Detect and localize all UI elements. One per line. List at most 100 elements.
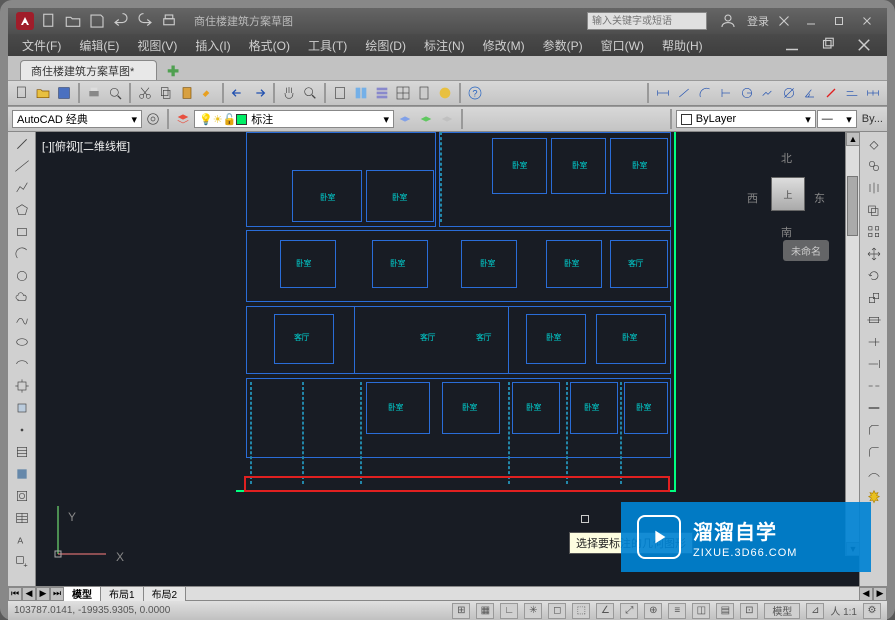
user-icon[interactable]	[719, 12, 737, 30]
scrollbar-vertical[interactable]: ▲ ▼	[845, 132, 859, 556]
dim-continue-icon[interactable]	[863, 83, 883, 103]
exchange-icon[interactable]	[775, 12, 793, 30]
dim-quick-icon[interactable]	[821, 83, 841, 103]
menu-modify[interactable]: 修改(M)	[483, 37, 525, 54]
status-ducs-icon[interactable]: ⤢	[620, 603, 638, 619]
dim-ord-icon[interactable]	[716, 83, 736, 103]
copy-obj-icon[interactable]	[863, 156, 885, 176]
workspace-dropdown[interactable]: AutoCAD 经典▾	[12, 110, 142, 128]
blend-icon[interactable]	[863, 464, 885, 484]
status-grid-icon[interactable]: ▦	[476, 603, 494, 619]
circle-icon[interactable]	[11, 266, 33, 286]
dim-ang-icon[interactable]	[800, 83, 820, 103]
dim-linear-icon[interactable]	[653, 83, 673, 103]
layer-match-icon[interactable]	[437, 109, 457, 129]
scroll-right-icon[interactable]: ▶	[873, 587, 887, 601]
open-icon[interactable]	[64, 12, 82, 30]
menu-param[interactable]: 参数(P)	[543, 37, 583, 54]
status-ortho-icon[interactable]: ∟	[500, 603, 518, 619]
tool-palette-icon[interactable]	[351, 83, 371, 103]
menu-tools[interactable]: 工具(T)	[308, 37, 347, 54]
redo-tb-icon[interactable]	[249, 83, 269, 103]
status-dyn-icon[interactable]: ⊕	[644, 603, 662, 619]
prev-tab-icon[interactable]: ◀	[22, 587, 36, 601]
unnamed-view[interactable]: 未命名	[783, 240, 829, 261]
erase-icon[interactable]	[863, 134, 885, 154]
array-icon[interactable]	[863, 222, 885, 242]
status-ann-icon[interactable]: ⊿	[806, 603, 824, 619]
status-lwt-icon[interactable]: ≡	[668, 603, 686, 619]
file-tab[interactable]: 商住楼建筑方案草图*	[20, 60, 157, 80]
revcloud-icon[interactable]	[11, 288, 33, 308]
cube-face[interactable]: 上	[771, 177, 805, 211]
save-icon[interactable]	[88, 12, 106, 30]
viewport-label[interactable]: [-][俯视][二维线框]	[42, 138, 130, 154]
print-icon[interactable]	[160, 12, 178, 30]
mtext-icon[interactable]: A	[11, 530, 33, 550]
login-link[interactable]: 登录	[747, 13, 769, 29]
doc-restore-icon[interactable]	[819, 36, 837, 54]
matchprop-icon[interactable]	[198, 83, 218, 103]
status-3d-icon[interactable]: ⬚	[572, 603, 590, 619]
status-osnap-icon[interactable]: ◻	[548, 603, 566, 619]
doc-close-icon[interactable]	[855, 36, 873, 54]
insert-block-icon[interactable]	[11, 376, 33, 396]
polygon-icon[interactable]	[11, 200, 33, 220]
xline-icon[interactable]	[11, 156, 33, 176]
tab-layout1[interactable]: 布局1	[101, 587, 144, 601]
scroll-up-icon[interactable]: ▲	[846, 132, 860, 146]
help-icon[interactable]: ?	[465, 83, 485, 103]
mirror-icon[interactable]	[863, 178, 885, 198]
markup-icon[interactable]	[435, 83, 455, 103]
cut-icon[interactable]	[135, 83, 155, 103]
scale-icon[interactable]	[863, 288, 885, 308]
addsel-icon[interactable]: +	[11, 552, 33, 572]
new-file-icon[interactable]	[12, 83, 32, 103]
layer-prop-icon[interactable]	[173, 109, 193, 129]
status-snap-icon[interactable]: ⊞	[452, 603, 470, 619]
color-dropdown[interactable]: ByLayer ▾	[676, 110, 816, 128]
dc-icon[interactable]	[393, 83, 413, 103]
properties-icon[interactable]	[372, 83, 392, 103]
arc-icon[interactable]	[11, 244, 33, 264]
menu-view[interactable]: 视图(V)	[137, 37, 177, 54]
status-tpy-icon[interactable]: ◫	[692, 603, 710, 619]
print-icon[interactable]	[84, 83, 104, 103]
scroll-left-icon[interactable]: ◀	[859, 587, 873, 601]
menu-window[interactable]: 窗口(W)	[601, 37, 644, 54]
paste-icon[interactable]	[177, 83, 197, 103]
table-icon[interactable]	[11, 508, 33, 528]
pan-icon[interactable]	[279, 83, 299, 103]
dim-baseline-icon[interactable]	[842, 83, 862, 103]
doc-minimize-icon[interactable]	[783, 36, 801, 54]
tab-model[interactable]: 模型	[64, 587, 101, 601]
status-gear-icon[interactable]: ⚙	[863, 603, 881, 619]
rotate-icon[interactable]	[863, 266, 885, 286]
trim-icon[interactable]	[863, 332, 885, 352]
status-sc[interactable]: 人 1:1	[830, 603, 857, 618]
rect-icon[interactable]	[11, 222, 33, 242]
preview-icon[interactable]	[105, 83, 125, 103]
ws-gear-icon[interactable]	[143, 109, 163, 129]
status-qp-icon[interactable]: ▤	[716, 603, 734, 619]
dim-jog-icon[interactable]	[758, 83, 778, 103]
menu-format[interactable]: 格式(O)	[249, 37, 290, 54]
extend-icon[interactable]	[863, 354, 885, 374]
gradient-icon[interactable]	[11, 464, 33, 484]
undo-tb-icon[interactable]	[228, 83, 248, 103]
menu-insert[interactable]: 插入(I)	[195, 37, 230, 54]
last-tab-icon[interactable]: ⏭	[50, 587, 64, 601]
dim-arc-icon[interactable]	[695, 83, 715, 103]
hatch-icon[interactable]	[11, 442, 33, 462]
open-file-icon[interactable]	[33, 83, 53, 103]
menu-dim[interactable]: 标注(N)	[424, 37, 465, 54]
layer-prev-icon[interactable]	[416, 109, 436, 129]
break-icon[interactable]	[863, 376, 885, 396]
join-icon[interactable]	[863, 398, 885, 418]
status-otrack-icon[interactable]: ∠	[596, 603, 614, 619]
spline-icon[interactable]	[11, 310, 33, 330]
sheet-icon[interactable]	[330, 83, 350, 103]
fillet-icon[interactable]	[863, 442, 885, 462]
dim-dia-icon[interactable]	[779, 83, 799, 103]
save-file-icon[interactable]	[54, 83, 74, 103]
